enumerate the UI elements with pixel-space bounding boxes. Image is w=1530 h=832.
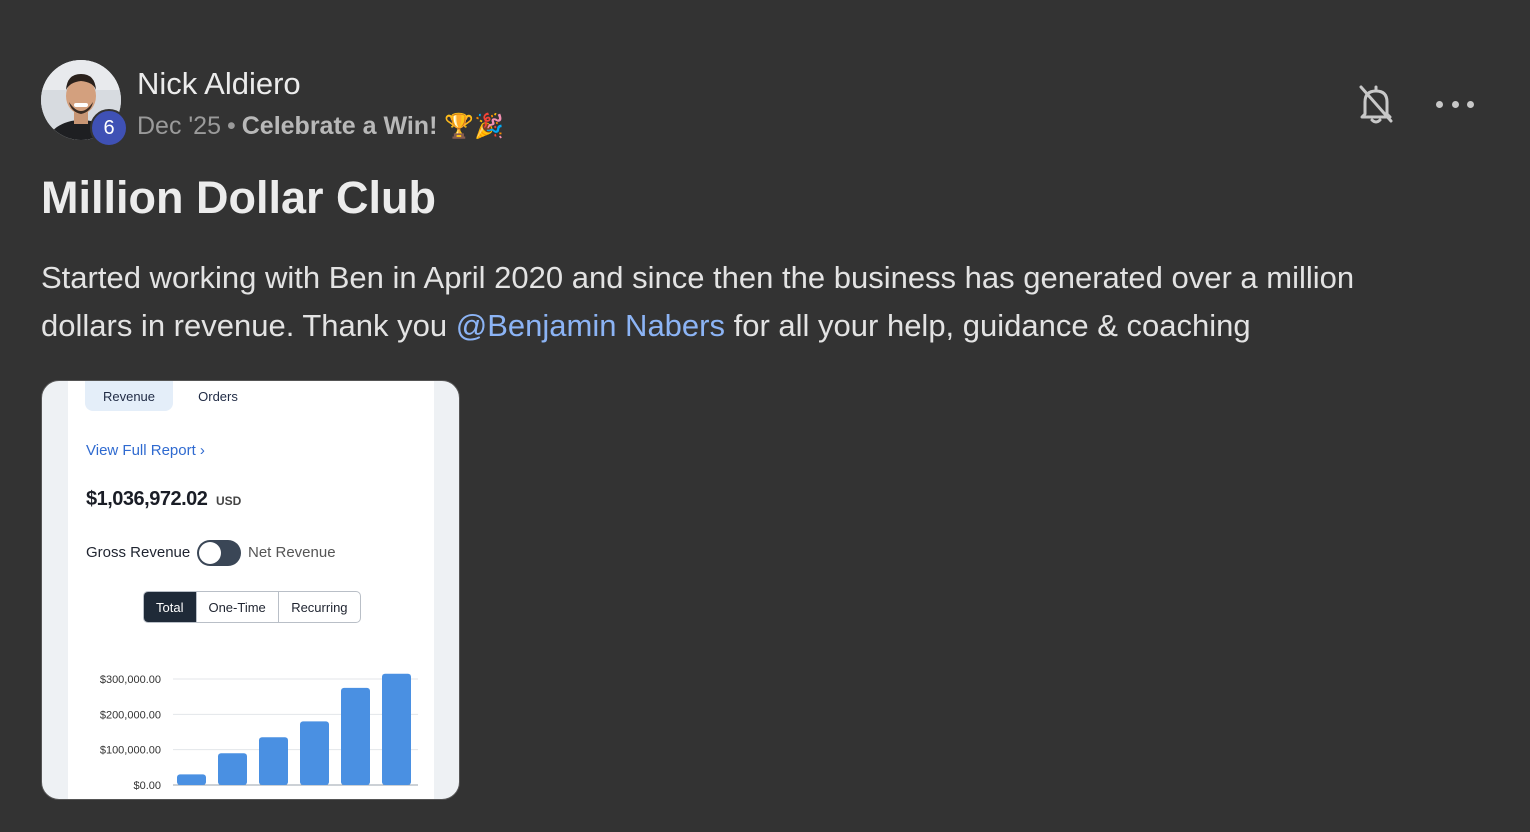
y-tick-label: $300,000.00 [100, 674, 161, 686]
post-card: 6 Nick Aldiero Dec '25 • Celebrate a Win! … [0, 0, 1530, 832]
author-name[interactable]: Nick Aldiero [137, 66, 301, 102]
segment-total: Total [144, 592, 197, 622]
post-image-attachment[interactable]: Revenue Orders View Full Report › $1,036… [41, 380, 460, 800]
currency-label: USD [216, 494, 242, 508]
gross-revenue-label: Gross Revenue [86, 544, 191, 561]
revenue-bar-chart: $0.00 $100,000.00 $200,000.00 $300,000.00 [100, 673, 418, 792]
net-revenue-label: Net Revenue [248, 544, 336, 561]
revenue-bar [341, 687, 370, 785]
post-body: Started working with Ben in April 2020 a… [41, 254, 1441, 350]
revenue-bar [300, 721, 329, 785]
view-full-report-link: View Full Report › [86, 442, 205, 459]
revenue-amount: $1,036,972.02 [86, 488, 208, 510]
meta-separator: • [226, 112, 236, 140]
segment-one-time: One-Time [197, 592, 279, 622]
revenue-bar [259, 737, 288, 785]
tab-orders: Orders [198, 388, 238, 404]
y-tick-label: $100,000.00 [100, 745, 161, 757]
revenue-segment-control: Total One-Time Recurring [143, 591, 361, 623]
revenue-screenshot: Revenue Orders View Full Report › $1,036… [68, 381, 434, 799]
post-date[interactable]: Dec '25 [137, 112, 221, 140]
notifications-toggle-button[interactable] [1356, 82, 1396, 126]
toggle-knob [199, 542, 221, 564]
post-body-text-end: for all your help, guidance & coaching [725, 308, 1251, 343]
revenue-bar [382, 673, 411, 785]
revenue-bar [218, 753, 247, 785]
revenue-bar [177, 774, 206, 785]
segment-recurring: Recurring [291, 599, 348, 615]
bell-off-icon [1359, 85, 1393, 124]
post-category[interactable]: Celebrate a Win! [242, 112, 438, 140]
tab-revenue: Revenue [85, 381, 173, 411]
more-dot-icon [1436, 100, 1443, 108]
user-mention-link[interactable]: @Benjamin Nabers [456, 308, 725, 343]
level-badge: 6 [90, 109, 128, 147]
y-tick-label: $0.00 [133, 780, 161, 792]
revenue-type-toggle [197, 540, 241, 566]
more-dot-icon [1451, 100, 1459, 108]
more-options-button[interactable] [1436, 92, 1474, 116]
y-tick-label: $200,000.00 [100, 709, 161, 721]
more-dot-icon [1467, 100, 1474, 108]
author-avatar-wrap[interactable]: 6 [41, 60, 128, 147]
category-emoji: 🏆🎉 [444, 113, 505, 140]
post-title: Million Dollar Club [41, 172, 436, 223]
post-meta: Dec '25 • Celebrate a Win! 🏆🎉 [137, 112, 504, 141]
